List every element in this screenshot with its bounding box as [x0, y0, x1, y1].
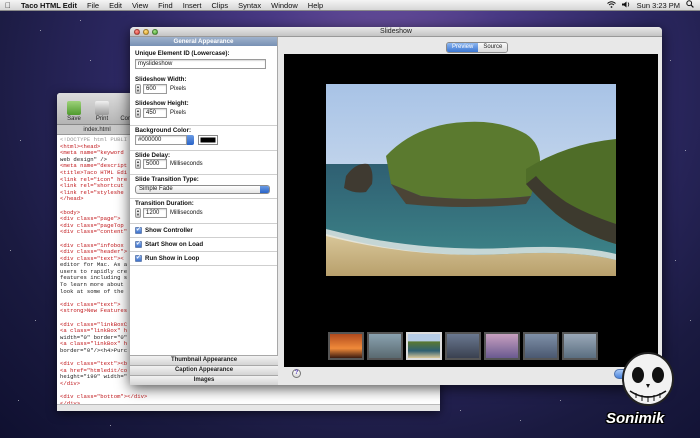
- wifi-icon[interactable]: [606, 0, 616, 10]
- unique-id-input[interactable]: myslideshow: [135, 59, 266, 69]
- divider: [130, 174, 277, 175]
- menu-insert[interactable]: Insert: [178, 1, 207, 10]
- watermark-text: Sonimik: [606, 410, 665, 427]
- thumbnail-4[interactable]: [445, 332, 481, 360]
- menu-edit[interactable]: Edit: [104, 1, 127, 10]
- thumbnail-6[interactable]: [523, 332, 559, 360]
- thumbnail-2[interactable]: [367, 332, 403, 360]
- duration-stepper[interactable]: ▲ ▼: [135, 208, 141, 218]
- caption-appearance-section[interactable]: Caption Appearance: [130, 365, 278, 375]
- start-on-load-checkbox[interactable]: ✓ Start Show on Load: [135, 241, 203, 248]
- menu-window[interactable]: Window: [266, 1, 303, 10]
- window-titlebar: Slideshow: [130, 27, 662, 37]
- print-icon: [95, 101, 109, 115]
- delay-unit: Milliseconds: [170, 161, 203, 167]
- apple-icon[interactable]: : [0, 1, 16, 10]
- run-in-loop-label: Run Show in Loop: [145, 255, 200, 262]
- duration-unit: Milliseconds: [170, 210, 203, 216]
- unique-id-label: Unique Element ID (Lowercase):: [135, 50, 230, 57]
- close-button[interactable]: [134, 28, 140, 35]
- transition-duration-label: Transition Duration:: [135, 200, 194, 207]
- delay-input[interactable]: 5000: [143, 159, 167, 169]
- images-section[interactable]: Images: [130, 375, 278, 385]
- tab-source[interactable]: Source: [478, 43, 508, 52]
- checkmark-icon: ✓: [135, 227, 142, 234]
- checkmark-icon: ✓: [135, 255, 142, 262]
- thumbnail-1[interactable]: [328, 332, 364, 360]
- start-on-load-label: Start Show on Load: [145, 241, 204, 248]
- divider: [130, 237, 277, 238]
- menu-find[interactable]: Find: [153, 1, 178, 10]
- height-stepper[interactable]: ▲ ▼: [135, 108, 141, 118]
- background-color-input[interactable]: #000000: [135, 135, 187, 145]
- divider: [130, 223, 277, 224]
- settings-panel: General Appearance Unique Element ID (Lo…: [130, 37, 278, 385]
- thumbnail-5[interactable]: [484, 332, 520, 360]
- editor-horizontal-scrollbar[interactable]: [57, 404, 440, 411]
- slide-image: [326, 84, 616, 276]
- background-color-well[interactable]: [198, 135, 218, 145]
- tab-preview[interactable]: Preview: [447, 43, 479, 52]
- show-controller-checkbox[interactable]: ✓ Show Controller: [135, 227, 193, 234]
- height-unit: Pixels: [170, 110, 187, 116]
- divider: [130, 198, 277, 199]
- divider: [130, 251, 277, 252]
- slideshow-preview[interactable]: [284, 54, 658, 367]
- divider: [130, 150, 277, 151]
- menu-syntax[interactable]: Syntax: [233, 1, 266, 10]
- height-input[interactable]: 450: [143, 108, 167, 118]
- view-segmented-control: Preview Source: [446, 42, 509, 53]
- chevron-down-icon: [260, 186, 269, 193]
- save-label: Save: [67, 116, 81, 122]
- show-controller-label: Show Controller: [145, 227, 193, 234]
- width-input[interactable]: 600: [143, 84, 167, 94]
- print-label: Print: [95, 116, 109, 122]
- slide-delay-label: Slide Delay:: [135, 152, 171, 159]
- window-title: Slideshow: [380, 28, 412, 35]
- transition-type-value: Simple Fade: [139, 186, 173, 192]
- height-label: Slideshow Height:: [135, 100, 189, 107]
- width-stepper[interactable]: ▲ ▼: [135, 84, 141, 94]
- thumbnail-3[interactable]: [406, 332, 442, 360]
- divider: [130, 265, 277, 266]
- menubar-clock[interactable]: Sun 3:23 PM: [637, 1, 680, 10]
- editor-tab[interactable]: index.html: [57, 125, 137, 135]
- menu-app-name[interactable]: Taco HTML Edit: [16, 1, 82, 10]
- checkmark-icon: ✓: [135, 241, 142, 248]
- duration-input[interactable]: 1200: [143, 208, 167, 218]
- width-label: Slideshow Width:: [135, 76, 187, 83]
- thumbnail-strip: [328, 332, 598, 360]
- menu-clips[interactable]: Clips: [207, 1, 234, 10]
- code-line[interactable]: <div class="bottom"></div>: [60, 394, 437, 401]
- run-in-loop-checkbox[interactable]: ✓ Run Show in Loop: [135, 255, 199, 262]
- menu-help[interactable]: Help: [303, 1, 328, 10]
- width-unit: Pixels: [170, 86, 187, 92]
- general-appearance-header[interactable]: General Appearance: [130, 37, 277, 46]
- thumbnail-appearance-section[interactable]: Thumbnail Appearance: [130, 355, 278, 365]
- background-color-dropdown[interactable]: [187, 135, 194, 145]
- background-color-label: Background Color:: [135, 127, 192, 134]
- transition-type-select[interactable]: Simple Fade: [135, 185, 270, 194]
- menu-view[interactable]: View: [127, 1, 153, 10]
- save-button[interactable]: Save: [63, 101, 85, 122]
- help-button[interactable]: ?: [292, 369, 301, 378]
- thumbnail-7[interactable]: [562, 332, 598, 360]
- transition-type-label: Slide Transition Type:: [135, 176, 199, 183]
- slideshow-window: Slideshow General Appearance Unique Elem…: [130, 27, 662, 385]
- delay-stepper[interactable]: ▲ ▼: [135, 159, 141, 169]
- save-icon: [67, 101, 81, 115]
- zoom-button[interactable]: [152, 28, 158, 35]
- minimize-button[interactable]: [143, 28, 149, 35]
- menu-file[interactable]: File: [82, 1, 104, 10]
- menubar:  Taco HTML Edit File Edit View Find Ins…: [0, 0, 700, 11]
- print-button[interactable]: Print: [91, 101, 113, 122]
- spotlight-icon[interactable]: [686, 0, 694, 10]
- divider: [130, 125, 277, 126]
- volume-icon[interactable]: [621, 1, 631, 10]
